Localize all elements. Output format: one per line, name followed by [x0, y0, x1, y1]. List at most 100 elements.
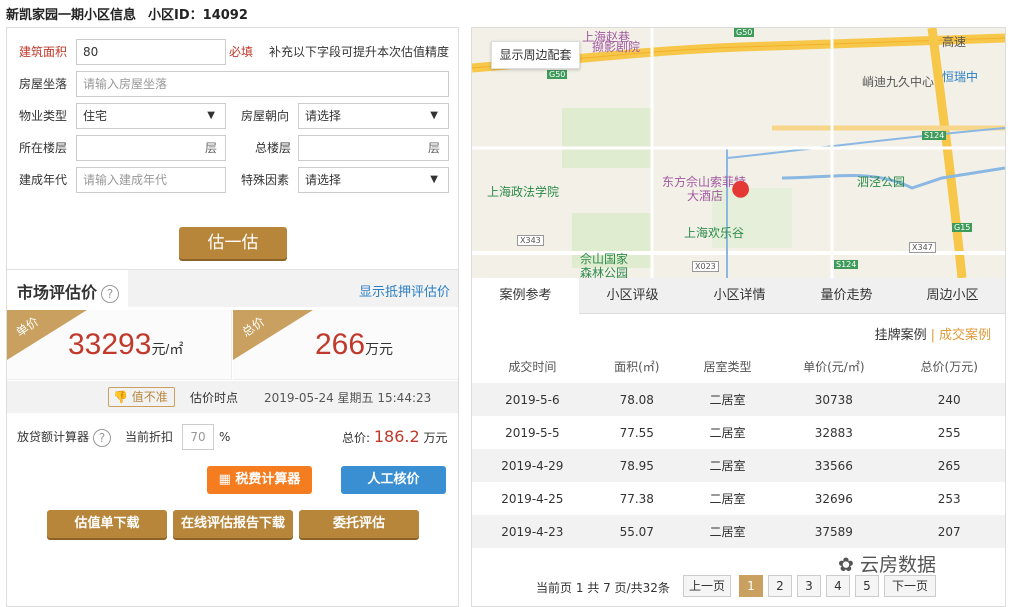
- table-cell: 78.08: [592, 383, 681, 416]
- road-badge: G15: [952, 223, 973, 232]
- tab-price-trend[interactable]: 量价走势: [793, 278, 900, 314]
- table-cell: 77.55: [619, 425, 654, 440]
- road-badge: X343: [517, 235, 544, 246]
- floor-row: 所在楼层 层 总楼层 层: [7, 135, 458, 161]
- floor-label: 所在楼层: [19, 141, 68, 155]
- estimate-button[interactable]: 估一估: [179, 227, 287, 259]
- road-badge: X023: [692, 261, 719, 272]
- cases-table: 成交时间 面积(㎡) 居室类型 单价(元/㎡) 总价(万元) 2019-5-6 7…: [472, 350, 1005, 548]
- map-label: 上海欢乐谷: [684, 226, 745, 240]
- table-row: 2019-4-23 55.07 二居室 37589 207: [472, 515, 1005, 548]
- table-cell: 32883: [814, 425, 853, 440]
- percent-sign: %: [219, 430, 231, 444]
- listing-cases-link[interactable]: 挂牌案例: [875, 328, 927, 343]
- page-button[interactable]: 5: [855, 575, 879, 597]
- map-label: 森林公园: [580, 266, 629, 278]
- loan-total: 总价: 186.2 万元: [342, 427, 448, 446]
- calculator-icon: ▦: [218, 472, 231, 487]
- orientation-select[interactable]: 请选择 ▼: [298, 103, 449, 129]
- table-cell: 二居室: [680, 515, 775, 548]
- tab-community-rating[interactable]: 小区评级: [579, 278, 686, 314]
- tax-calculator-button[interactable]: ▦ 税费计算器: [207, 466, 312, 494]
- loan-calculator-row: 放贷额计算器? 当前折扣 70 % 总价: 186.2 万元: [7, 424, 458, 450]
- table-cell: 77.38: [619, 491, 654, 506]
- loan-calculator-label: 放贷额计算器?: [17, 424, 112, 450]
- property-type-value: 住宅: [83, 109, 108, 123]
- map-label: 泗泾公园: [857, 175, 906, 189]
- property-type-select[interactable]: 住宅 ▼: [76, 103, 226, 129]
- special-factor-label: 特殊因素: [241, 173, 290, 187]
- page-button[interactable]: 1: [739, 575, 763, 597]
- floor-input[interactable]: 层: [76, 135, 226, 161]
- orientation-label: 房屋朝向: [241, 109, 290, 123]
- map-label: 高速: [942, 35, 967, 49]
- special-factor-select[interactable]: 请选择 ▼: [298, 167, 449, 193]
- discount-input[interactable]: 70: [182, 424, 214, 450]
- total-price-box: 总价 266万元: [233, 310, 458, 380]
- table-header-row: 成交时间 面积(㎡) 居室类型 单价(元/㎡) 总价(万元): [472, 350, 1005, 383]
- next-page-button[interactable]: 下一页: [884, 575, 936, 597]
- discount-label: 当前折扣: [125, 430, 174, 444]
- download-button[interactable]: 估值单下载: [47, 510, 167, 538]
- market-tab: 市场评估价?: [7, 270, 128, 308]
- table-cell: 2019-5-5: [505, 425, 560, 440]
- build-year-input[interactable]: 请输入建成年代: [76, 167, 226, 193]
- location-pin-icon[interactable]: ●: [731, 176, 750, 201]
- chevron-down-icon: ▼: [430, 174, 438, 185]
- deal-cases-link[interactable]: 成交案例: [939, 328, 991, 343]
- tab-nearby-communities[interactable]: 周边小区: [900, 278, 1005, 314]
- total-floors-suffix: 层: [427, 141, 440, 155]
- orientation-value: 请选择: [305, 109, 342, 123]
- valuation-time-row: 👎 值不准 估价时点 2019-05-24 星期五 15:44:23: [7, 381, 458, 413]
- table-row: 2019-5-6 78.08 二居室 30738 240: [472, 383, 1005, 416]
- area-row: 建筑面积 80 必填 补充以下字段可提升本次估值精度: [7, 39, 458, 65]
- unit-price-box: 单价 33293元/㎡: [7, 310, 232, 380]
- road-badge: G50: [547, 70, 568, 79]
- show-nearby-button[interactable]: 显示周边配套: [491, 41, 580, 69]
- mortgage-price-link[interactable]: 显示抵押评估价: [359, 281, 450, 300]
- road-badge: X347: [909, 242, 936, 253]
- column-header: 居室类型: [703, 360, 752, 374]
- table-cell: 255: [937, 425, 961, 440]
- table-cell: 二居室: [680, 383, 775, 416]
- page-button[interactable]: 4: [826, 575, 850, 597]
- watermark: ✿ 云房数据: [838, 554, 936, 576]
- entrust-button[interactable]: 委托评估: [299, 510, 419, 538]
- page-info: 当前页 1 共 7 页/共32条: [536, 581, 670, 595]
- not-accurate-button[interactable]: 👎 值不准: [108, 387, 175, 407]
- table-cell: 2019-4-25: [501, 491, 564, 506]
- chevron-down-icon: ▼: [207, 110, 215, 121]
- map[interactable]: 上海赵巷 撷影剧院 峭迪九久中心 恒瑞中 东方佘山索菲特 大酒店 泗泾公园 上海…: [472, 28, 1005, 278]
- prev-page-button[interactable]: 上一页: [683, 575, 731, 597]
- table-cell: 二居室: [709, 492, 746, 506]
- total-price-value: 266万元: [315, 328, 394, 361]
- map-label: 上海政法学院: [487, 185, 560, 199]
- info-tabs: 案例参考 小区评级 小区详情 量价走势 周边小区: [472, 278, 1005, 314]
- table-row: 2019-5-5 77.55 二居室 32883 255: [472, 416, 1005, 449]
- address-input[interactable]: 请输入房屋坐落: [76, 71, 449, 97]
- page-button[interactable]: 2: [768, 575, 792, 597]
- help-icon[interactable]: ?: [93, 428, 112, 447]
- table-cell: 78.95: [592, 449, 681, 482]
- help-icon[interactable]: ?: [101, 284, 120, 303]
- address-label: 房屋坐落: [19, 77, 68, 91]
- page-button[interactable]: 3: [797, 575, 821, 597]
- column-header: 单价(元/㎡): [803, 360, 865, 374]
- tab-community-details[interactable]: 小区详情: [686, 278, 793, 314]
- table-cell: 240: [893, 383, 1005, 416]
- manual-check-button[interactable]: 人工核价: [341, 466, 446, 494]
- tab-case-reference[interactable]: 案例参考: [472, 278, 579, 314]
- total-floors-input[interactable]: 层: [298, 135, 449, 161]
- page-title: 新凯家园一期小区信息 小区ID：14092: [6, 4, 248, 23]
- table-cell: 265: [893, 449, 1005, 482]
- market-header: 市场评估价? 显示抵押评估价: [7, 269, 458, 308]
- area-label: 建筑面积: [19, 45, 68, 59]
- report-download-button[interactable]: 在线评估报告下载: [173, 510, 293, 538]
- address-row: 房屋坐落 请输入房屋坐落: [7, 71, 458, 97]
- area-input[interactable]: 80: [76, 39, 226, 65]
- table-cell: 253: [937, 491, 961, 506]
- unit-price-value: 33293元/㎡: [68, 328, 184, 361]
- property-type-label: 物业类型: [19, 109, 68, 123]
- table-row: 2019-4-29 78.95 二居室 33566 265: [472, 449, 1005, 482]
- special-factor-value: 请选择: [305, 173, 342, 187]
